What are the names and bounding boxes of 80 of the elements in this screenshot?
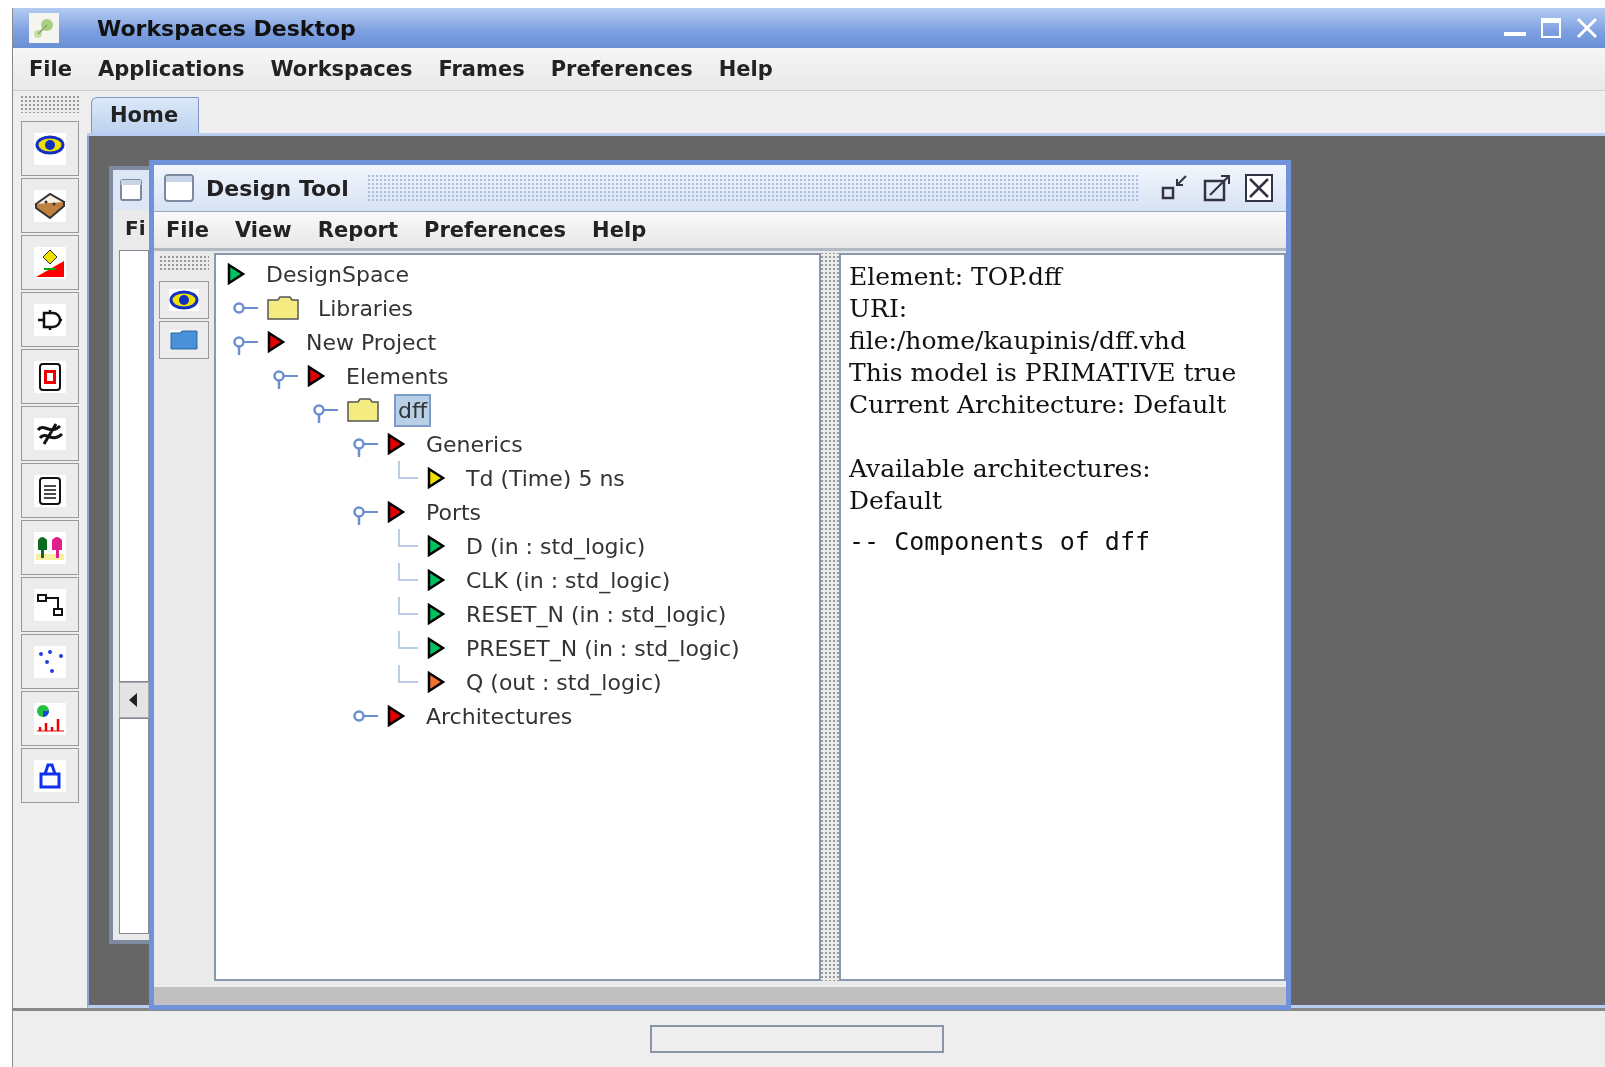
toolbar-grip[interactable] [20, 95, 80, 113]
detail-text: Element: TOP.dff [849, 261, 1065, 293]
menu-item[interactable]: Preferences [424, 218, 567, 242]
lock-icon [34, 759, 66, 792]
frame-icon [119, 178, 143, 202]
tab[interactable]: Home [91, 97, 200, 133]
tree-item[interactable]: Generics [422, 427, 527, 461]
menu-item[interactable]: Fi [125, 216, 146, 240]
toolbar-button[interactable] [21, 292, 79, 347]
menu-item[interactable]: View [235, 218, 292, 242]
menu-item[interactable]: Help [592, 218, 647, 242]
menu-item[interactable]: Frames [438, 57, 525, 81]
tree-item[interactable]: Libraries [314, 291, 417, 325]
folder-icon [170, 330, 198, 350]
chart-icon [34, 702, 66, 735]
scroll-left-button[interactable] [119, 682, 149, 718]
tree-item[interactable]: Architectures [422, 699, 577, 733]
close-icon[interactable] [1244, 173, 1274, 203]
detail-text: Default [849, 485, 944, 517]
tree-item[interactable]: New Project [302, 325, 441, 359]
tree-item[interactable]: Td (Time) 5 ns [462, 461, 629, 495]
document-icon [34, 360, 66, 393]
menu-item[interactable]: File [166, 218, 209, 242]
design-tool-window[interactable] [149, 160, 1291, 1010]
tree-line [398, 461, 418, 479]
toolbar-button[interactable] [21, 577, 79, 632]
toolbar-button[interactable] [21, 520, 79, 575]
code-text: -- Components of dff [849, 527, 1152, 556]
app-logo-icon [29, 13, 59, 43]
tree-line [398, 597, 418, 615]
eye-icon [169, 289, 199, 311]
menu-item[interactable]: Help [718, 57, 773, 81]
notepad-icon [34, 474, 66, 507]
figures-icon [34, 531, 66, 564]
frame-icon [164, 174, 194, 202]
tree-item[interactable]: RESET_N (in : std_logic) [462, 597, 731, 631]
menu-item[interactable]: Preferences [550, 57, 693, 81]
tree-item[interactable]: D (in : std_logic) [462, 529, 650, 563]
folder-icon [266, 296, 300, 320]
tree-item[interactable]: CLK (in : std_logic) [462, 563, 675, 597]
tree-line [398, 631, 418, 649]
tree-item[interactable]: PRESET_N (in : std_logic) [462, 631, 744, 665]
tree-item[interactable]: Elements [342, 359, 453, 393]
gate-icon [34, 303, 66, 336]
detail-text: This model is PRIMATIVE true [849, 357, 1238, 389]
tree-item[interactable]: Q (out : std_logic) [462, 665, 666, 699]
tree-line [398, 529, 418, 547]
toolbar-button[interactable] [21, 349, 79, 404]
folder-icon [346, 398, 380, 422]
menu-item[interactable]: Workspaces [270, 57, 413, 81]
detail-text: URI: [849, 293, 909, 325]
detail-text: Available architectures: [849, 453, 1152, 485]
maximize-icon[interactable] [1202, 173, 1232, 203]
menu-item[interactable]: File [29, 57, 72, 81]
left-arrow-icon [128, 693, 138, 707]
menu-item[interactable]: Applications [98, 57, 245, 81]
toolbar-button[interactable] [21, 463, 79, 518]
menu-item[interactable]: Report [317, 218, 398, 242]
stars-icon [34, 645, 66, 678]
toolbar-button[interactable] [21, 406, 79, 461]
tree-item[interactable]: dff [394, 393, 432, 427]
toolbar-grip[interactable] [159, 255, 209, 271]
squiggle-icon [34, 417, 66, 450]
tree-item[interactable]: Ports [422, 495, 486, 529]
window-title: Design Tool [206, 175, 349, 201]
book-icon [34, 189, 66, 222]
detail-text: Current Architecture: Default [849, 389, 1228, 421]
horizontal-scrollbar[interactable] [154, 985, 1286, 1005]
toolbar-button[interactable] [21, 121, 79, 176]
tree-line [398, 563, 418, 581]
connector-icon [34, 588, 66, 621]
toolbar-button[interactable] [21, 178, 79, 233]
tree-line [398, 665, 418, 683]
eye-icon [34, 132, 66, 165]
toolbar-button[interactable] [21, 748, 79, 803]
window-title: Workspaces Desktop [97, 15, 356, 41]
toolbar-button[interactable] [159, 281, 209, 319]
tree-item[interactable]: DesignSpace [262, 257, 413, 291]
internal-frame[interactable]: Fi [109, 166, 149, 944]
detail-text: file:/home/kaupinis/dff.vhd [849, 325, 1187, 357]
